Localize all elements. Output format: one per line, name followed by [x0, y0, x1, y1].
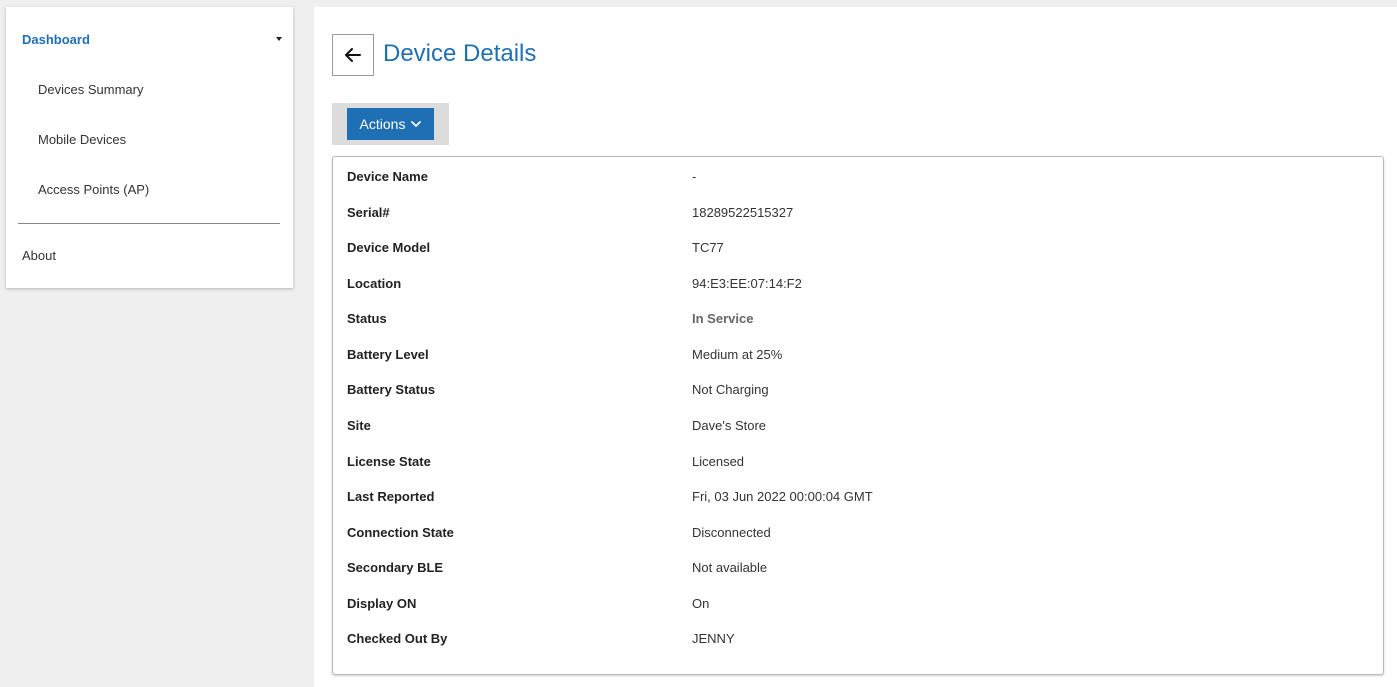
- detail-value: JENNY: [692, 630, 735, 646]
- detail-row: Connection State Disconnected: [333, 522, 1383, 542]
- detail-value: 94:E3:EE:07:14:F2: [692, 275, 802, 291]
- actions-button-label: Actions: [359, 116, 406, 132]
- detail-value: Fri, 03 Jun 2022 00:00:04 GMT: [692, 488, 873, 504]
- sidebar-item-dashboard[interactable]: Dashboard: [22, 30, 282, 48]
- detail-label: Serial#: [347, 204, 390, 220]
- sidebar: Dashboard Devices Summary Mobile Devices…: [6, 7, 293, 288]
- main-panel: Device Details Actions Device Name - Ser…: [314, 7, 1397, 687]
- detail-row: Secondary BLE Not available: [333, 557, 1383, 577]
- device-details-card: Device Name - Serial# 18289522515327 Dev…: [332, 156, 1384, 675]
- sidebar-divider: [18, 223, 280, 224]
- detail-value: Licensed: [692, 453, 745, 469]
- chevron-down-icon: [411, 120, 422, 127]
- actions-toolbar: Actions: [332, 103, 449, 145]
- arrow-left-icon: [345, 48, 361, 62]
- detail-label: Secondary BLE: [347, 559, 444, 575]
- detail-value: Dave's Store: [692, 417, 767, 433]
- detail-label: Location: [347, 275, 402, 291]
- detail-label: Last Reported: [347, 488, 435, 504]
- detail-row: Status In Service: [333, 308, 1383, 328]
- detail-value: Not available: [692, 559, 768, 575]
- detail-value: Medium at 25%: [692, 346, 783, 362]
- detail-label: Connection State: [347, 524, 454, 540]
- detail-label: Battery Status: [347, 381, 436, 397]
- back-button[interactable]: [332, 34, 374, 76]
- detail-row: Last Reported Fri, 03 Jun 2022 00:00:04 …: [333, 486, 1383, 506]
- detail-value: 18289522515327: [692, 204, 794, 220]
- detail-value: On: [692, 595, 710, 611]
- detail-row: Battery Level Medium at 25%: [333, 344, 1383, 364]
- detail-label: Checked Out By: [347, 630, 448, 646]
- sidebar-item-mobile-devices[interactable]: Mobile Devices: [38, 132, 126, 147]
- sidebar-item-access-points[interactable]: Access Points (AP): [38, 182, 149, 197]
- detail-row: Serial# 18289522515327: [333, 202, 1383, 222]
- detail-label: Status: [347, 310, 387, 326]
- detail-value: -: [692, 168, 697, 184]
- detail-label: Display ON: [347, 595, 417, 611]
- detail-value: Not Charging: [692, 381, 769, 397]
- detail-label: License State: [347, 453, 431, 469]
- detail-row: Device Name -: [333, 166, 1383, 186]
- detail-row: Display ON On: [333, 593, 1383, 613]
- detail-row: License State Licensed: [333, 451, 1383, 471]
- sidebar-item-about[interactable]: About: [22, 248, 56, 263]
- detail-value: TC77: [692, 239, 724, 255]
- sidebar-item-label: Dashboard: [22, 31, 90, 47]
- detail-row: Location 94:E3:EE:07:14:F2: [333, 273, 1383, 293]
- status-value: In Service: [692, 310, 754, 326]
- detail-label: Site: [347, 417, 371, 433]
- detail-label: Battery Level: [347, 346, 429, 362]
- detail-row: Checked Out By JENNY: [333, 628, 1383, 648]
- detail-value: Disconnected: [692, 524, 771, 540]
- detail-row: Site Dave's Store: [333, 415, 1383, 435]
- detail-label: Device Name: [347, 168, 428, 184]
- caret-down-icon: [276, 37, 282, 41]
- detail-row: Device Model TC77: [333, 237, 1383, 257]
- page-title: Device Details: [383, 40, 537, 67]
- detail-row: Battery Status Not Charging: [333, 379, 1383, 399]
- sidebar-item-devices-summary[interactable]: Devices Summary: [38, 82, 143, 97]
- actions-button[interactable]: Actions: [347, 108, 434, 140]
- detail-label: Device Model: [347, 239, 431, 255]
